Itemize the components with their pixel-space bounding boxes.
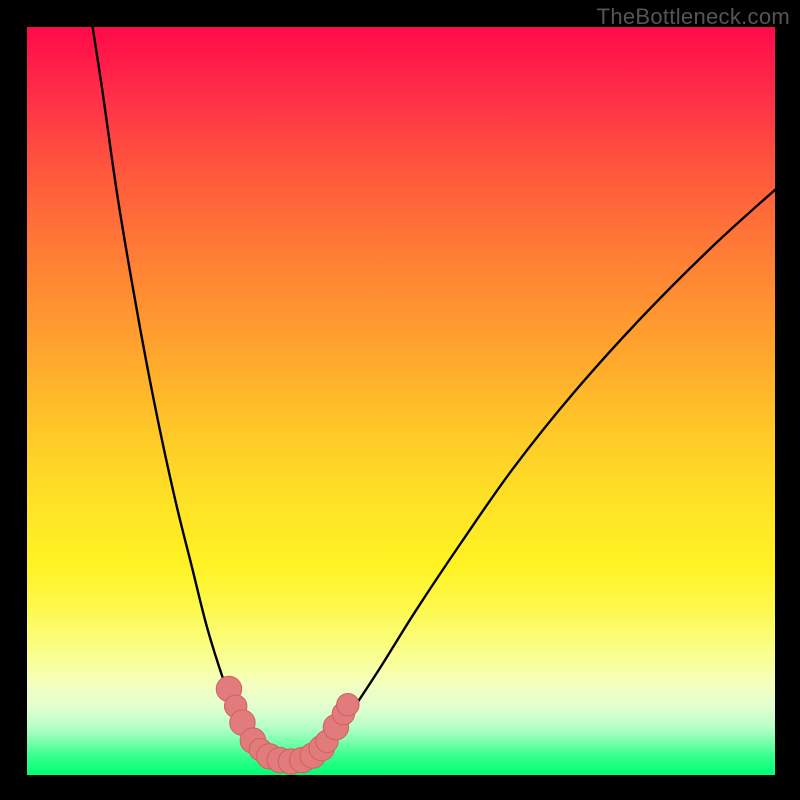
chart-curves [27,27,775,775]
chart-stage: TheBottleneck.com [0,0,800,800]
bottleneck-curve [87,27,775,762]
curve-knot [337,693,359,715]
plot-area [27,27,775,775]
watermark-text: TheBottleneck.com [597,4,790,30]
